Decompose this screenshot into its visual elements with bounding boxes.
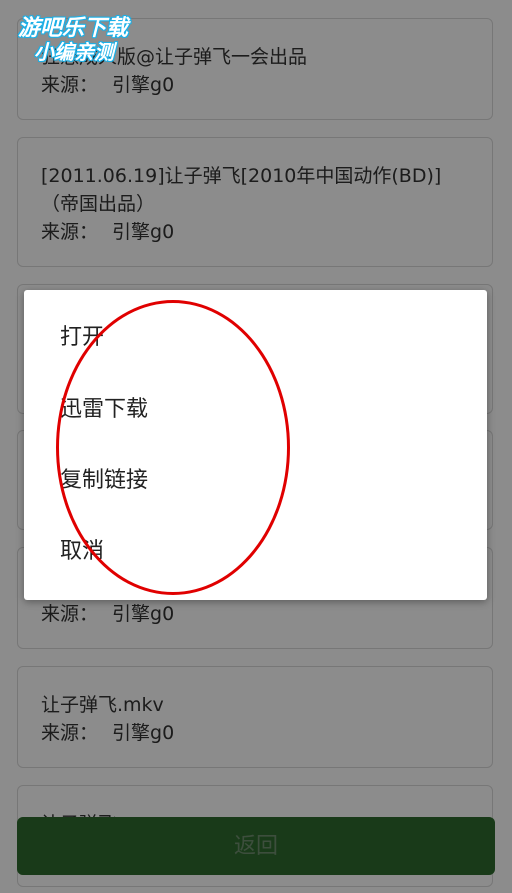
back-button[interactable]: 返回 (17, 817, 495, 875)
watermark-line2: 小编亲测 (34, 40, 114, 64)
site-watermark-logo: 游吧乐下载 小编亲测 (8, 10, 148, 70)
red-circle-annotation (56, 300, 290, 595)
